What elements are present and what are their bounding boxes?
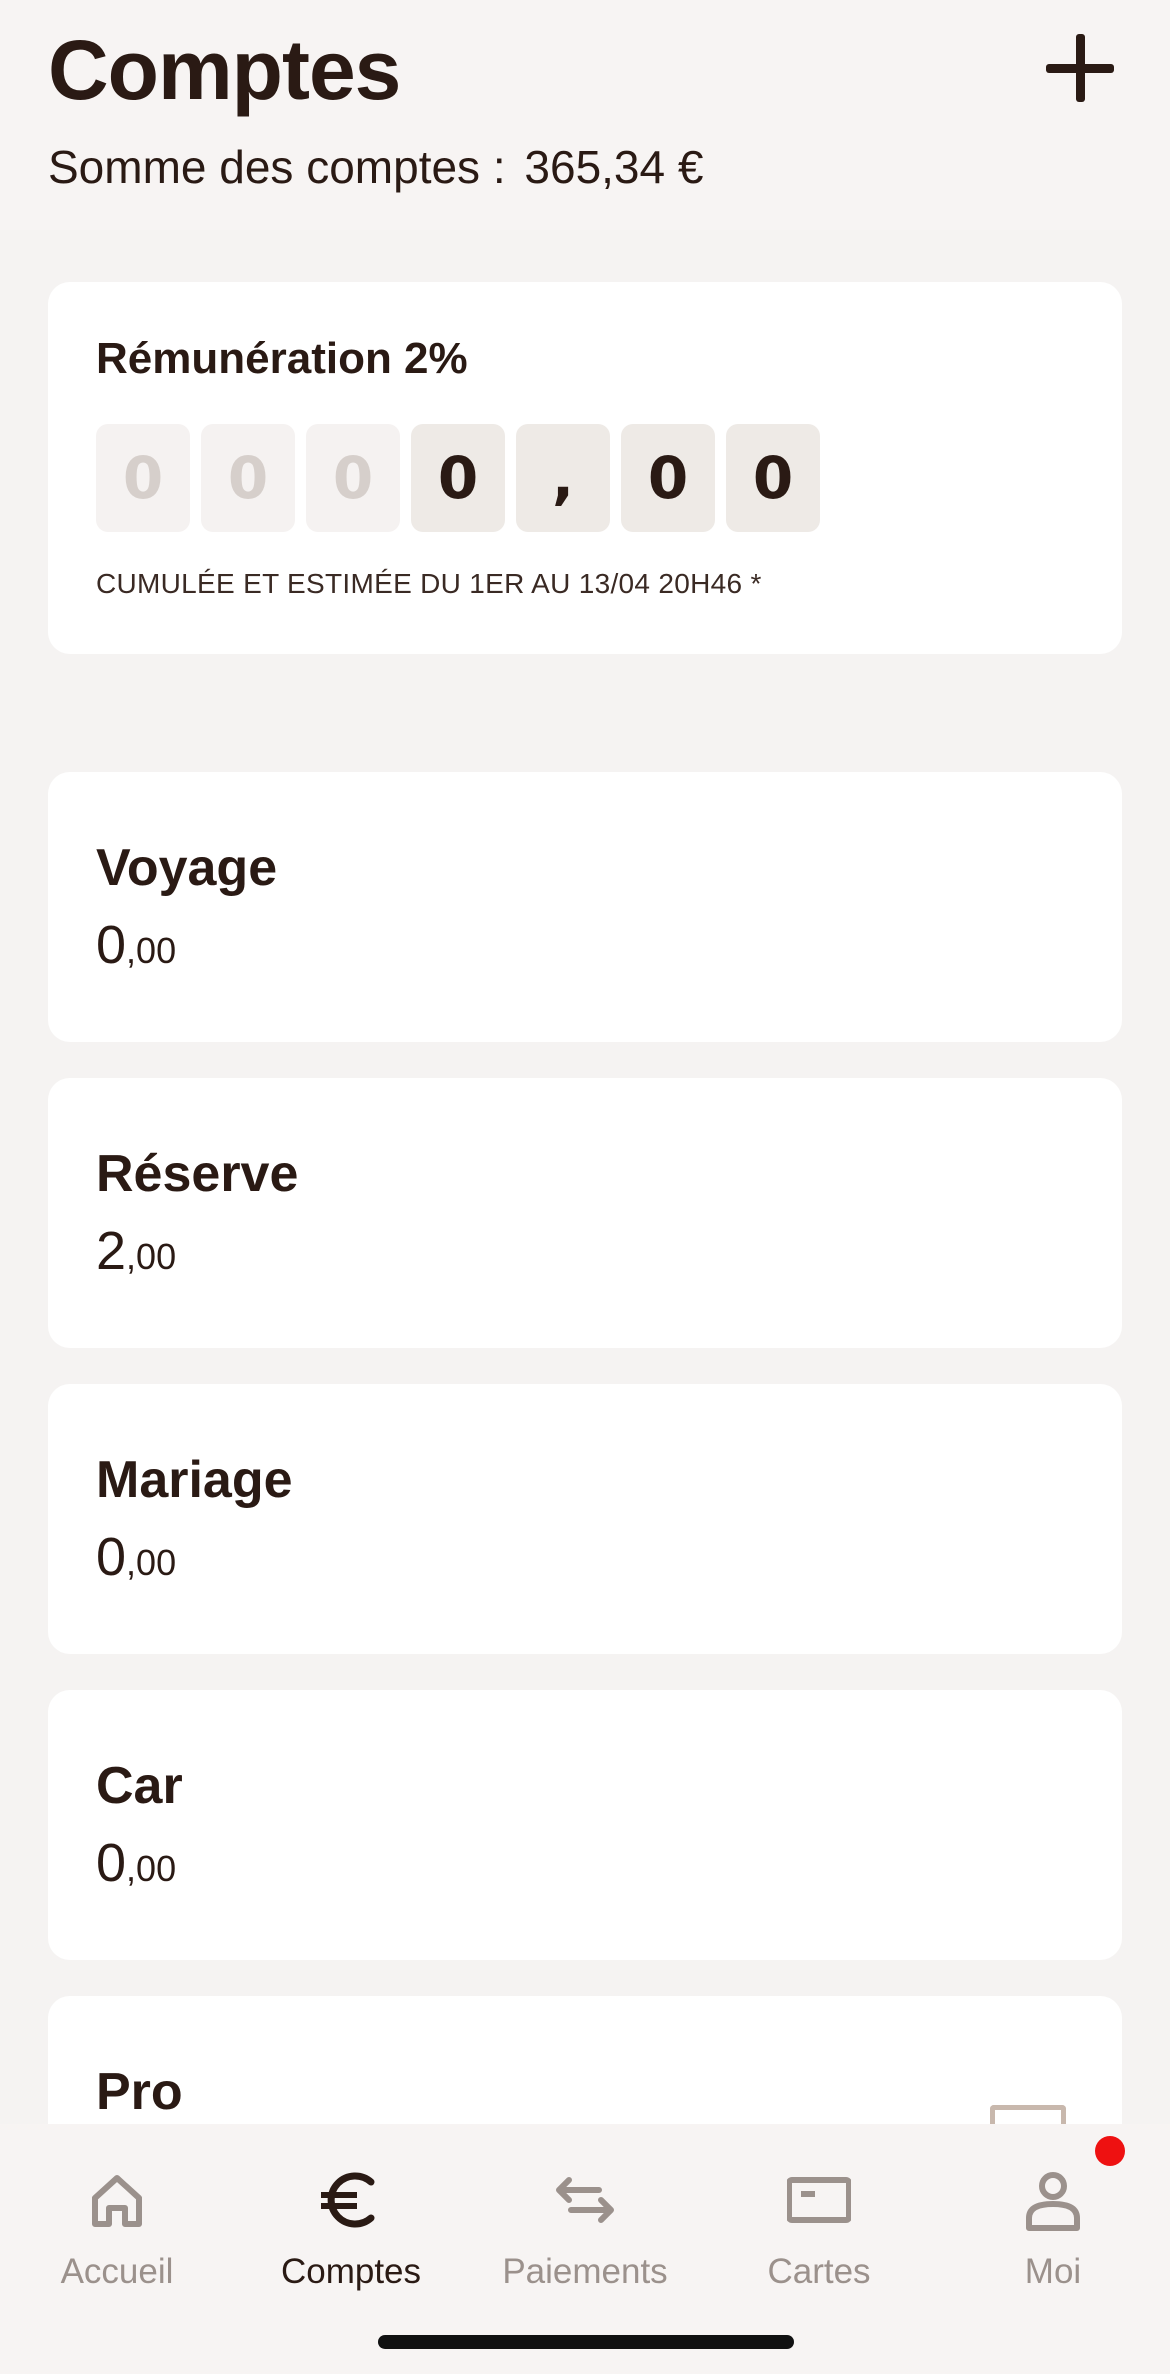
euro-icon <box>321 2172 375 2228</box>
account-card-car[interactable]: Car 0,00 <box>48 1690 1122 1960</box>
tab-moi[interactable]: Moi <box>936 2148 1170 2291</box>
balance-integer: 2 <box>96 1221 127 1281</box>
tab-label: Accueil <box>60 2252 174 2291</box>
remuneration-note: CUMULÉE ET ESTIMÉE DU 1ER AU 13/04 20H46… <box>96 568 762 599</box>
account-card-reserve[interactable]: Réserve 2,00 <box>48 1078 1122 1348</box>
counter-digit: 0 <box>621 424 715 532</box>
accounts-sum: Somme des comptes : 365,34 € <box>48 140 703 194</box>
counter-digit: 0 <box>411 424 505 532</box>
counter-digit: 0 <box>726 424 820 532</box>
account-name: Voyage <box>96 839 278 897</box>
account-balance: 0,00 <box>96 1526 176 1588</box>
transfer-arrows-icon <box>556 2177 614 2223</box>
account-name: Réserve <box>96 1145 299 1203</box>
remuneration-card[interactable]: Rémunération 2% 0 0 0 0 , 0 0 CUMULÉE ET… <box>48 282 1122 654</box>
tab-label: Moi <box>1024 2252 1082 2291</box>
balance-integer: 0 <box>96 915 127 975</box>
tab-label: Cartes <box>767 2252 871 2291</box>
balance-decimal: ,00 <box>126 1542 177 1583</box>
add-account-button[interactable] <box>1044 24 1116 114</box>
balance-decimal: ,00 <box>126 1236 177 1277</box>
account-balance: 2,00 <box>96 1220 176 1282</box>
counter-separator: , <box>516 424 610 532</box>
card-icon <box>787 2177 851 2223</box>
balance-decimal: ,00 <box>126 1848 177 1889</box>
tab-label: Comptes <box>280 2252 422 2291</box>
counter-digit: 0 <box>96 424 190 532</box>
account-card-mariage[interactable]: Mariage 0,00 <box>48 1384 1122 1654</box>
header: Comptes Somme des comptes : 365,34 € <box>0 0 1170 230</box>
account-balance: 0,00 <box>96 914 176 976</box>
account-name: Car <box>96 1757 183 1815</box>
sum-value: 365,34 € <box>524 141 704 193</box>
balance-integer: 0 <box>96 1527 127 1587</box>
person-icon <box>1026 2172 1080 2231</box>
remuneration-counter: 0 0 0 0 , 0 0 <box>96 424 820 532</box>
account-name: Mariage <box>96 1451 293 1509</box>
tab-accueil[interactable]: Accueil <box>0 2148 234 2291</box>
account-card-voyage[interactable]: Voyage 0,00 <box>48 772 1122 1042</box>
home-indicator[interactable] <box>378 2335 794 2349</box>
sum-label: Somme des comptes : <box>48 141 506 193</box>
tab-cartes[interactable]: Cartes <box>702 2148 936 2291</box>
home-icon <box>92 2175 142 2227</box>
account-name: Pro <box>96 2063 183 2121</box>
counter-digit: 0 <box>306 424 400 532</box>
remuneration-title: Rémunération 2% <box>96 334 468 383</box>
account-balance: 0,00 <box>96 1832 176 1894</box>
balance-decimal: ,00 <box>126 930 177 971</box>
page-title: Comptes <box>48 23 401 117</box>
counter-digit: 0 <box>201 424 295 532</box>
tab-comptes[interactable]: Comptes <box>234 2148 468 2291</box>
tab-paiements[interactable]: Paiements <box>468 2148 702 2291</box>
tab-label: Paiements <box>502 2252 668 2291</box>
balance-integer: 0 <box>96 1833 127 1893</box>
notification-badge <box>1095 2136 1125 2166</box>
